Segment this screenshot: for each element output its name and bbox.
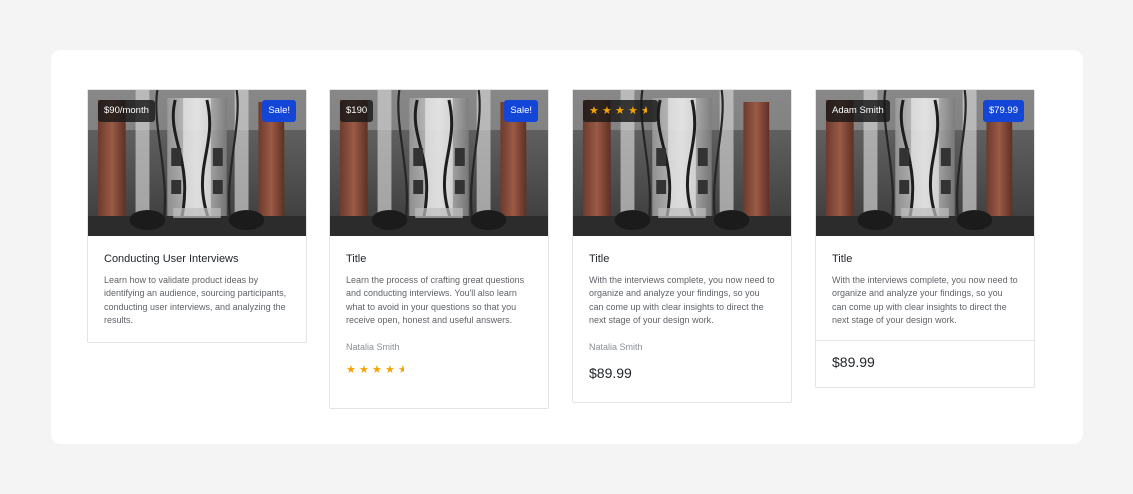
price-badge: $79.99 [982, 100, 1024, 122]
sale-badge: Sale! [504, 100, 538, 122]
cards-panel: $90/month Sale! Conducting User Intervie… [51, 50, 1083, 444]
star-icon: ★ [589, 104, 599, 117]
card-price: $89.99 [832, 353, 875, 370]
card-title[interactable]: Title [346, 252, 532, 266]
card-description: With the interviews complete, you now ne… [832, 275, 1018, 326]
card-title[interactable]: Conducting User Interviews [104, 252, 290, 266]
star-icon: ★ [359, 363, 369, 376]
star-rating: ★★★★★★ [589, 100, 652, 122]
star-icon: ★ [346, 363, 356, 376]
card-title[interactable]: Title [589, 252, 775, 266]
price-badge: $90/month [98, 100, 155, 122]
card-title[interactable]: Title [832, 252, 1018, 266]
card-description: Learn how to validate product ideas by i… [104, 275, 287, 326]
half-star-icon: ★★ [641, 105, 647, 117]
author-badge: Adam Smith [826, 100, 890, 122]
star-icon: ★ [602, 104, 612, 117]
star-icon: ★ [385, 363, 395, 376]
star-icon: ★ [615, 104, 625, 117]
card-description: Learn the process of crafting great ques… [346, 275, 525, 326]
price-badge: $190 [340, 100, 374, 122]
sale-badge: Sale! [262, 100, 296, 122]
card-author: Natalia Smith [346, 341, 400, 352]
course-card[interactable]: Adam Smith $79.99 Title With the intervi… [815, 89, 1035, 388]
card-author: Natalia Smith [589, 341, 643, 352]
half-star-icon: ★★ [398, 364, 404, 376]
star-rating: ★★★★★★ [346, 363, 409, 376]
star-icon: ★ [372, 363, 382, 376]
card-description: With the interviews complete, you now ne… [589, 275, 775, 326]
card-price: $89.99 [589, 364, 632, 381]
course-card[interactable]: $190 Sale! Title Learn the process of cr… [329, 89, 549, 409]
rating-badge: ★★★★★★ [583, 100, 658, 122]
course-card[interactable]: ★★★★★★ Title With the interviews complet… [572, 89, 792, 403]
star-icon: ★ [628, 104, 638, 117]
course-card[interactable]: $90/month Sale! Conducting User Intervie… [87, 89, 307, 343]
